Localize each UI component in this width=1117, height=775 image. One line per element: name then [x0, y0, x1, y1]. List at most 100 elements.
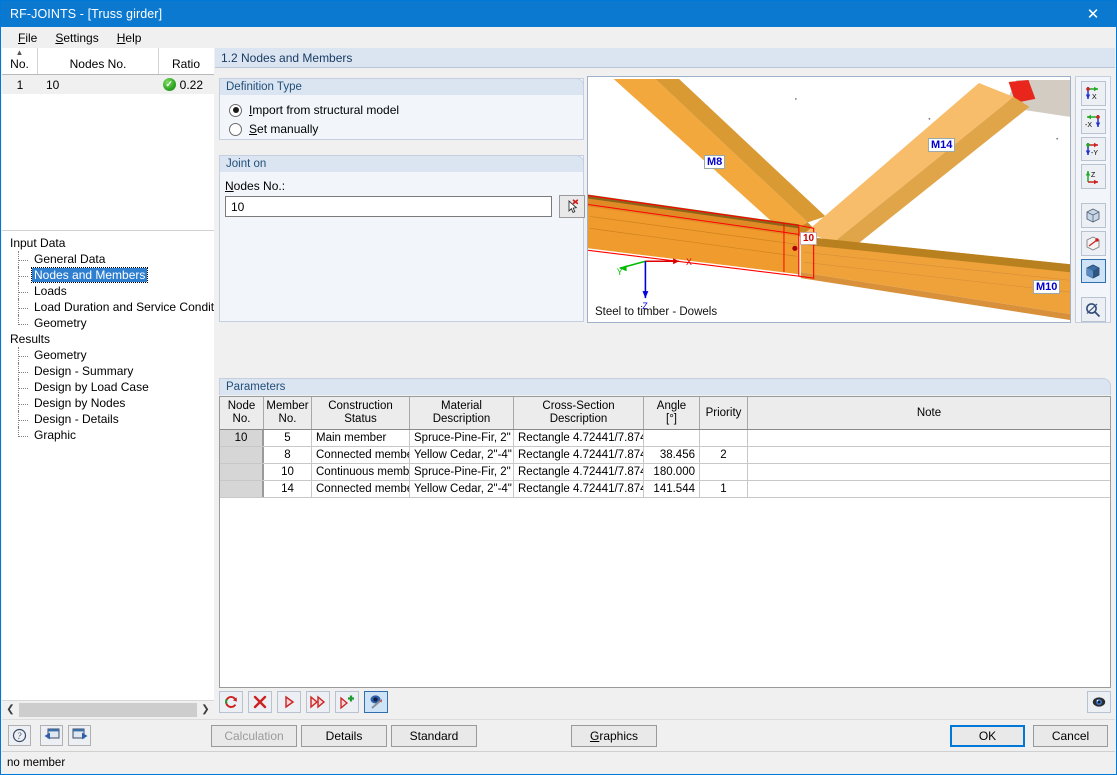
cell-node-no [220, 464, 264, 480]
col-priority[interactable]: Priority [700, 397, 748, 429]
rotate-view-icon[interactable] [1080, 230, 1106, 256]
sidebar-item-graphic[interactable]: Graphic [16, 427, 214, 443]
details-button[interactable]: Details [301, 724, 387, 747]
apply-icon[interactable] [277, 691, 301, 713]
cell-angle[interactable] [644, 430, 700, 446]
isometric-view-icon[interactable] [1080, 202, 1106, 228]
radio-import-from-structural-model[interactable]: Import from structural model [229, 103, 399, 117]
cell-note[interactable] [748, 430, 1110, 446]
cell-cross-section[interactable]: Rectangle 4.72441/7.874 [514, 447, 644, 463]
col-node-no[interactable]: Node No. [220, 397, 264, 429]
cell-construction-status[interactable]: Connected member [312, 447, 410, 463]
ok-button[interactable]: OK [950, 724, 1025, 747]
cell-construction-status[interactable]: Connected member [312, 481, 410, 497]
table-row[interactable]: 14 Connected member Yellow Cedar, 2"-4" … [220, 481, 1110, 498]
cell-priority[interactable]: 1 [700, 481, 748, 497]
sidebar-item-geometry-input[interactable]: Geometry [16, 315, 214, 331]
calculation-button[interactable]: Calculation [211, 724, 297, 747]
view-x-icon[interactable]: X [1080, 81, 1106, 106]
col-cross-section-description[interactable]: Cross-Section Description [514, 397, 644, 429]
cell-construction-status[interactable]: Continuous member [312, 464, 410, 480]
scroll-left-icon[interactable]: ❮ [2, 702, 19, 718]
col-material-description[interactable]: Material Description [410, 397, 514, 429]
cell-member-no[interactable]: 14 [264, 481, 312, 497]
sidebar-item-general-data[interactable]: General Data [16, 251, 214, 267]
scroll-right-icon[interactable]: ❯ [197, 702, 214, 718]
cell-cross-section[interactable]: Rectangle 4.72441/7.874 [514, 464, 644, 480]
help-icon[interactable]: ? [8, 725, 31, 746]
tree-label: Design - Details [34, 412, 119, 426]
table-row[interactable]: 10 Continuous member Spruce-Pine-Fir, 2"… [220, 464, 1110, 481]
cell-material[interactable]: Spruce-Pine-Fir, 2" [410, 430, 514, 446]
cell-member-no[interactable]: 5 [264, 430, 312, 446]
table-row[interactable]: 8 Connected member Yellow Cedar, 2"-4" R… [220, 447, 1110, 464]
navigator-horizontal-scrollbar[interactable]: ❮ ❯ [2, 700, 214, 718]
sidebar-item-nodes-and-members[interactable]: Nodes and Members [16, 267, 214, 283]
cell-angle[interactable]: 38.456 [644, 447, 700, 463]
nodes-col-ratio[interactable]: Ratio [159, 48, 213, 74]
cell-note[interactable] [748, 464, 1110, 480]
menu-settings[interactable]: Settings [46, 29, 107, 47]
rendering-mode-icon[interactable] [1080, 258, 1106, 284]
graphics-viewport[interactable]: X Y Z M8 M14 M10 10 Steel to timber - Do… [587, 76, 1071, 323]
cell-cross-section[interactable]: Rectangle 4.72441/7.874 [514, 481, 644, 497]
cell-angle[interactable]: 141.544 [644, 481, 700, 497]
col-note[interactable]: Note [748, 397, 1110, 429]
cell-priority[interactable]: 2 [700, 447, 748, 463]
radio-label: Set manually [249, 122, 319, 136]
member-label-m14: M14 [928, 138, 956, 152]
nodes-col-nodes-no[interactable]: Nodes No. [38, 48, 159, 74]
standard-button[interactable]: Standard [391, 724, 477, 747]
menu-file[interactable]: File [9, 29, 46, 47]
visibility-icon[interactable] [1087, 691, 1111, 713]
col-construction-status[interactable]: Construction Status [312, 397, 410, 429]
refresh-icon[interactable] [219, 691, 243, 713]
sidebar-item-load-duration[interactable]: Load Duration and Service Conditions [16, 299, 214, 315]
cell-material[interactable]: Yellow Cedar, 2"-4" [410, 447, 514, 463]
cell-member-no[interactable]: 8 [264, 447, 312, 463]
right-panel: 1.2 Nodes and Members Definition Type Im… [215, 48, 1115, 718]
edit-settings-icon[interactable] [364, 691, 388, 713]
cell-priority[interactable] [700, 430, 748, 446]
view-minus-y-icon[interactable]: -Y [1080, 136, 1106, 162]
previous-panel-icon[interactable] [40, 725, 63, 746]
cell-note[interactable] [748, 447, 1110, 463]
sidebar-item-loads[interactable]: Loads [16, 283, 214, 299]
cell-angle[interactable]: 180.000 [644, 464, 700, 480]
apply-all-icon[interactable] [306, 691, 330, 713]
scrollbar-thumb[interactable] [19, 702, 197, 717]
cell-material[interactable]: Spruce-Pine-Fir, 2" [410, 464, 514, 480]
joint-on-group: Joint on Nodes No.: 10 [219, 155, 585, 322]
view-z-icon[interactable]: Z [1080, 164, 1106, 190]
nodes-no-input[interactable]: 10 [225, 196, 552, 217]
menu-help[interactable]: Help [108, 29, 151, 47]
view-minus-x-icon[interactable]: -X [1080, 108, 1106, 134]
table-row[interactable]: 1 10 ✓ 0.22 [2, 75, 214, 94]
sidebar-item-design-summary[interactable]: Design - Summary [16, 363, 214, 379]
next-panel-icon[interactable] [68, 725, 91, 746]
cell-construction-status[interactable]: Main member [312, 430, 410, 446]
cell-cross-section[interactable]: Rectangle 4.72441/7.874 [514, 430, 644, 446]
scrollbar-track[interactable] [19, 701, 197, 718]
cell-note[interactable] [748, 481, 1110, 497]
close-icon[interactable]: ✕ [1070, 1, 1116, 27]
title-bar: RF-JOINTS - [Truss girder] ✕ [1, 1, 1116, 27]
pick-cursor-icon[interactable] [559, 195, 585, 218]
cancel-button[interactable]: Cancel [1033, 724, 1108, 747]
cell-material[interactable]: Yellow Cedar, 2"-4" [410, 481, 514, 497]
radio-set-manually[interactable]: Set manually [229, 122, 318, 136]
sidebar-item-design-by-nodes[interactable]: Design by Nodes [16, 395, 214, 411]
sidebar-item-design-details[interactable]: Design - Details [16, 411, 214, 427]
sidebar-item-geometry-results[interactable]: Geometry [16, 347, 214, 363]
graphics-button[interactable]: Graphics [571, 724, 657, 747]
col-angle[interactable]: Angle [°] [644, 397, 700, 429]
col-member-no[interactable]: Member No. [264, 397, 312, 429]
add-row-icon[interactable] [335, 691, 359, 713]
cell-priority[interactable] [700, 464, 748, 480]
zoom-view-icon[interactable] [1080, 297, 1106, 322]
delete-icon[interactable] [248, 691, 272, 713]
cell-member-no[interactable]: 10 [264, 464, 312, 480]
table-row[interactable]: 10 5 Main member Spruce-Pine-Fir, 2" Rec… [220, 430, 1110, 447]
nodes-col-no[interactable]: ▲ No. [2, 48, 38, 74]
sidebar-item-design-by-load-case[interactable]: Design by Load Case [16, 379, 214, 395]
